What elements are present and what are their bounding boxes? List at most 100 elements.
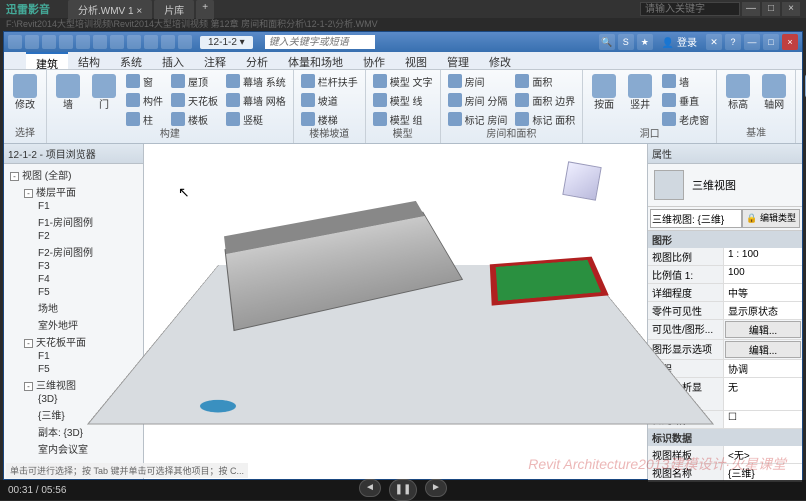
model-line-button[interactable]: 模型 线 [370,91,436,109]
tab-systems[interactable]: 系统 [110,52,152,69]
tag-room-button[interactable]: 标记 房间 [445,110,511,128]
revit-maximize-button[interactable]: □ [763,34,779,50]
tab-architecture[interactable]: 建筑 [26,52,68,69]
ramp-button[interactable]: 坡道 [298,91,361,109]
tree-item[interactable]: F1 [6,200,141,213]
model-group-button[interactable]: 模型 组 [370,110,436,128]
property-value[interactable]: 协调 [724,360,802,377]
collapse-icon[interactable]: - [24,189,33,198]
tree-item[interactable]: 室内会议室 [6,440,141,457]
window-button[interactable]: 窗 [123,72,166,90]
level-button[interactable]: 标高 [721,72,755,113]
tab-insert[interactable]: 插入 [152,52,194,69]
curtain-grid-button[interactable]: 幕墙 网格 [223,91,289,109]
tree-item[interactable]: 场地 [6,299,141,316]
player-tab-library[interactable]: 片库 [154,0,194,19]
qat-3d-icon[interactable] [178,35,192,49]
mullion-button[interactable]: 竖梃 [223,110,289,128]
area-boundary-button[interactable]: 面积 边界 [512,91,578,109]
dormer-button[interactable]: 老虎窗 [659,110,712,128]
next-button[interactable]: ► [425,479,447,497]
property-value[interactable]: 中等 [724,284,802,301]
wall-opening-button[interactable]: 墙 [659,72,712,90]
column-button[interactable]: 柱 [123,110,166,128]
document-tab[interactable]: 12-1-2 ▾ [200,36,253,49]
prev-button[interactable]: ◄ [359,479,381,497]
stair-button[interactable]: 楼梯 [298,110,361,128]
modify-button[interactable]: 修改 [8,72,42,113]
byface-button[interactable]: 按面 [587,72,621,113]
tag-area-button[interactable]: 标记 面积 [512,110,578,128]
tab-annotate[interactable]: 注释 [194,52,236,69]
collapse-icon[interactable]: - [24,382,33,391]
vertical-opening-button[interactable]: 垂直 [659,91,712,109]
tab-collaborate[interactable]: 协作 [353,52,395,69]
railing-button[interactable]: 栏杆扶手 [298,72,361,90]
door-button[interactable]: 门 [87,72,121,113]
exchange-icon[interactable]: ✕ [706,34,722,50]
qat-save-icon[interactable] [42,35,56,49]
qat-measure-icon[interactable] [110,35,124,49]
component-button[interactable]: 构件 [123,91,166,109]
play-button[interactable]: ❚❚ [389,479,417,501]
qat-undo-icon[interactable] [59,35,73,49]
type-selector[interactable]: 三维视图: {三维} [650,209,742,228]
model-text-button[interactable]: 模型 文字 [370,72,436,90]
close-button[interactable]: × [782,2,800,16]
wall-button[interactable]: 墙 [51,72,85,113]
tree-item[interactable]: F4 [6,273,141,286]
qat-print-icon[interactable] [93,35,107,49]
area-button[interactable]: 面积 [512,72,578,90]
search-icon[interactable]: 🔍 [599,34,615,50]
revit-minimize-button[interactable]: — [744,34,760,50]
qat-redo-icon[interactable] [76,35,90,49]
maximize-button[interactable]: □ [762,2,780,16]
qat-dim-icon[interactable] [127,35,141,49]
property-value[interactable]: 编辑... [725,321,801,338]
tab-view[interactable]: 视图 [395,52,437,69]
login-link[interactable]: 👤 登录 [656,34,703,50]
subscription-icon[interactable]: S [618,34,634,50]
floor-button[interactable]: 楼板 [168,110,221,128]
qat-section-icon[interactable] [161,35,175,49]
property-value[interactable]: 显示原状态 [724,302,802,319]
qat-open-icon[interactable] [25,35,39,49]
help-icon[interactable]: ? [725,34,741,50]
qat-tag-icon[interactable] [144,35,158,49]
tab-modify[interactable]: 修改 [479,52,521,69]
ceiling-button[interactable]: 天花板 [168,91,221,109]
tree-item[interactable]: F2-房间图例 [6,243,141,260]
grid-button[interactable]: 轴网 [757,72,791,113]
tree-item[interactable]: F1-房间图例 [6,213,141,230]
property-value[interactable]: 编辑... [725,341,801,358]
tree-item[interactable]: 副本: {3D} [6,423,141,440]
property-value[interactable]: ☐ [724,411,802,428]
tree-item[interactable]: 室外地坪 [6,316,141,333]
app-menu-button[interactable] [8,35,22,49]
tree-item[interactable]: F1 [6,350,141,363]
curtain-system-button[interactable]: 幕墙 系统 [223,72,289,90]
property-value[interactable]: 100 [724,266,802,283]
favorite-icon[interactable]: ★ [637,34,653,50]
tree-item[interactable]: F2 [6,230,141,243]
room-button[interactable]: 房间 [445,72,511,90]
browser-tree[interactable]: -视图 (全部) -楼层平面 F1 F1-房间图例 F2 F2-房间图例 F3 … [4,164,143,479]
revit-close-button[interactable]: × [782,34,798,50]
tab-massing[interactable]: 体量和场地 [278,52,353,69]
edit-type-button[interactable]: 🔒 编辑类型 [742,209,800,228]
property-value[interactable]: 1 : 100 [724,248,802,265]
tree-item[interactable]: F5 [6,286,141,299]
set-button[interactable]: 设置 [800,72,806,113]
roof-button[interactable]: 屋顶 [168,72,221,90]
tree-item[interactable]: F5 [6,363,141,376]
shaft-button[interactable]: 竖井 [623,72,657,113]
collapse-icon[interactable]: - [10,172,19,181]
tab-structure[interactable]: 结构 [68,52,110,69]
viewport-3d[interactable]: ↖ [144,144,648,479]
property-value[interactable]: 无 [724,378,802,410]
tree-item[interactable]: F3 [6,260,141,273]
tab-manage[interactable]: 管理 [437,52,479,69]
player-tab-video[interactable]: 分析.WMV 1 × [68,0,152,19]
collapse-icon[interactable]: - [24,339,33,348]
player-tab-add[interactable]: + [196,0,214,19]
